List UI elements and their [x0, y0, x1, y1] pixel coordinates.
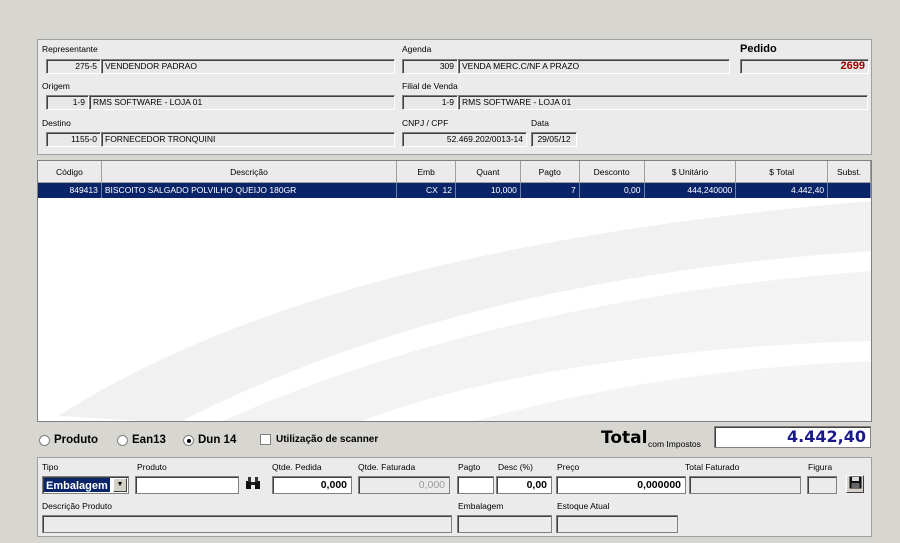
cell-desconto: 0,00: [580, 183, 645, 198]
origem-name-field[interactable]: RMS SOFTWARE - LOJA 01: [89, 95, 395, 110]
representante-label: Representante: [42, 44, 98, 54]
filial-code-field[interactable]: 1-9: [402, 95, 458, 110]
filial-label: Filial de Venda: [402, 81, 458, 91]
col-subst[interactable]: Subst.: [828, 161, 871, 183]
total-sublabel: com Impostos: [648, 439, 701, 449]
cnpj-label: CNPJ / CPF: [402, 118, 449, 128]
floppy-disk-icon[interactable]: [846, 475, 864, 493]
cell-unitario: 444,240000: [645, 183, 737, 198]
grid-header: Código Descrição Emb Quant Pagto Descont…: [38, 161, 871, 183]
preco-input[interactable]: 0,000000: [556, 476, 686, 494]
radio-ean13-label: Ean13: [132, 434, 166, 446]
cell-quant: 10,000: [456, 183, 521, 198]
filial-name-field[interactable]: RMS SOFTWARE - LOJA 01: [458, 95, 868, 110]
table-row[interactable]: 849413 BISCOITO SALGADO POLVILHO QUEIJO …: [38, 183, 871, 198]
order-header-panel: Representante 275-5 VENDENDOR PADRAO Age…: [37, 39, 872, 155]
item-entry-panel: Tipo Embalagem ▼ Produto Qtde. Pedida 0,…: [37, 457, 872, 537]
destino-code-field[interactable]: 1155-0: [46, 132, 101, 147]
produto-label: Produto: [137, 462, 167, 472]
estoque-field: [556, 515, 678, 533]
col-codigo[interactable]: Código: [38, 161, 102, 183]
data-field[interactable]: 29/05/12: [531, 132, 577, 147]
qtde-faturada-label: Qtde. Faturada: [358, 462, 416, 472]
qtde-pedida-label: Qtde. Pedida: [272, 462, 322, 472]
radio-produto[interactable]: Produto: [39, 434, 98, 446]
tipo-value: Embalagem: [44, 478, 110, 492]
origem-label: Origem: [42, 81, 70, 91]
agenda-name-field[interactable]: VENDA MERC.C/NF A PRAZO: [458, 59, 730, 74]
tipo-select[interactable]: Embalagem ▼: [42, 476, 129, 494]
cell-pagto: 7: [521, 183, 580, 198]
origem-code-field[interactable]: 1-9: [46, 95, 89, 110]
agenda-label: Agenda: [402, 44, 432, 54]
cell-descricao: BISCOITO SALGADO POLVILHO QUEIJO 180GR: [102, 183, 398, 198]
destino-name-field[interactable]: FORNECEDOR TRONQUINI: [101, 132, 395, 147]
col-unitario[interactable]: $ Unitário: [644, 161, 737, 183]
desc-input[interactable]: 0,00: [496, 476, 552, 494]
cell-emb: CX 12: [397, 183, 456, 198]
watermark-logo: [58, 201, 871, 421]
chevron-down-icon[interactable]: ▼: [113, 478, 127, 492]
representante-code-field[interactable]: 275-5: [46, 59, 101, 74]
produto-input[interactable]: [135, 476, 239, 494]
radio-ean13[interactable]: Ean13: [117, 434, 166, 446]
qtde-pedida-input[interactable]: 0,000: [272, 476, 352, 494]
representante-name-field[interactable]: VENDENDOR PADRAO: [101, 59, 395, 74]
col-desconto[interactable]: Desconto: [579, 161, 645, 183]
cell-codigo: 849413: [38, 183, 102, 198]
radio-dun14[interactable]: Dun 14: [183, 434, 236, 446]
total-value: 4.442,40: [714, 426, 871, 448]
col-total[interactable]: $ Total: [736, 161, 829, 183]
descricao-produto-label: Descrição Produto: [42, 501, 112, 511]
scanner-label: Utilização de scanner: [276, 434, 379, 445]
binoculars-icon[interactable]: [244, 476, 262, 494]
checkbox-box: [260, 434, 271, 445]
pagto-label: Pagto: [458, 462, 481, 472]
estoque-label: Estoque Atual: [557, 501, 610, 511]
destino-label: Destino: [42, 118, 71, 128]
embalagem-field: [457, 515, 552, 533]
pagto-input[interactable]: [457, 476, 494, 494]
col-descricao[interactable]: Descrição: [101, 161, 398, 183]
figura-label: Figura: [808, 462, 833, 472]
radio-dun14-label: Dun 14: [198, 434, 237, 446]
figura-field: [807, 476, 837, 494]
desc-label: Desc (%): [498, 462, 533, 472]
qtde-faturada-input: 0,000: [358, 476, 450, 494]
total-faturado-label: Total Faturado: [685, 462, 740, 472]
col-pagto[interactable]: Pagto: [520, 161, 580, 183]
col-emb[interactable]: Emb: [397, 161, 456, 183]
radio-produto-label: Produto: [54, 434, 99, 446]
total-faturado-field: [689, 476, 801, 494]
descricao-produto-field: [42, 515, 452, 533]
radio-dot: [39, 434, 50, 446]
radio-dot-selected: [183, 434, 194, 446]
col-quant[interactable]: Quant: [455, 161, 521, 183]
preco-label: Preço: [557, 462, 580, 472]
items-grid[interactable]: Código Descrição Emb Quant Pagto Descont…: [37, 160, 872, 422]
radio-dot: [117, 434, 128, 446]
cell-total: 4.442,40: [736, 183, 829, 198]
cnpj-field[interactable]: 52.469.202/0013-14: [402, 132, 527, 147]
cell-subst: [828, 183, 871, 198]
agenda-code-field[interactable]: 309: [402, 59, 458, 74]
total-label: Total: [601, 428, 648, 448]
tipo-label: Tipo: [42, 462, 59, 472]
data-label: Data: [531, 118, 549, 128]
pedido-value: 2699: [840, 60, 865, 72]
pedido-field: 2699: [740, 59, 869, 74]
options-bar: Produto Ean13 Dun 14 Utilização de scann…: [37, 426, 872, 454]
scanner-checkbox[interactable]: Utilização de scanner: [260, 434, 378, 445]
embalagem-label: Embalagem: [458, 501, 504, 511]
pedido-label: Pedido: [740, 43, 777, 55]
